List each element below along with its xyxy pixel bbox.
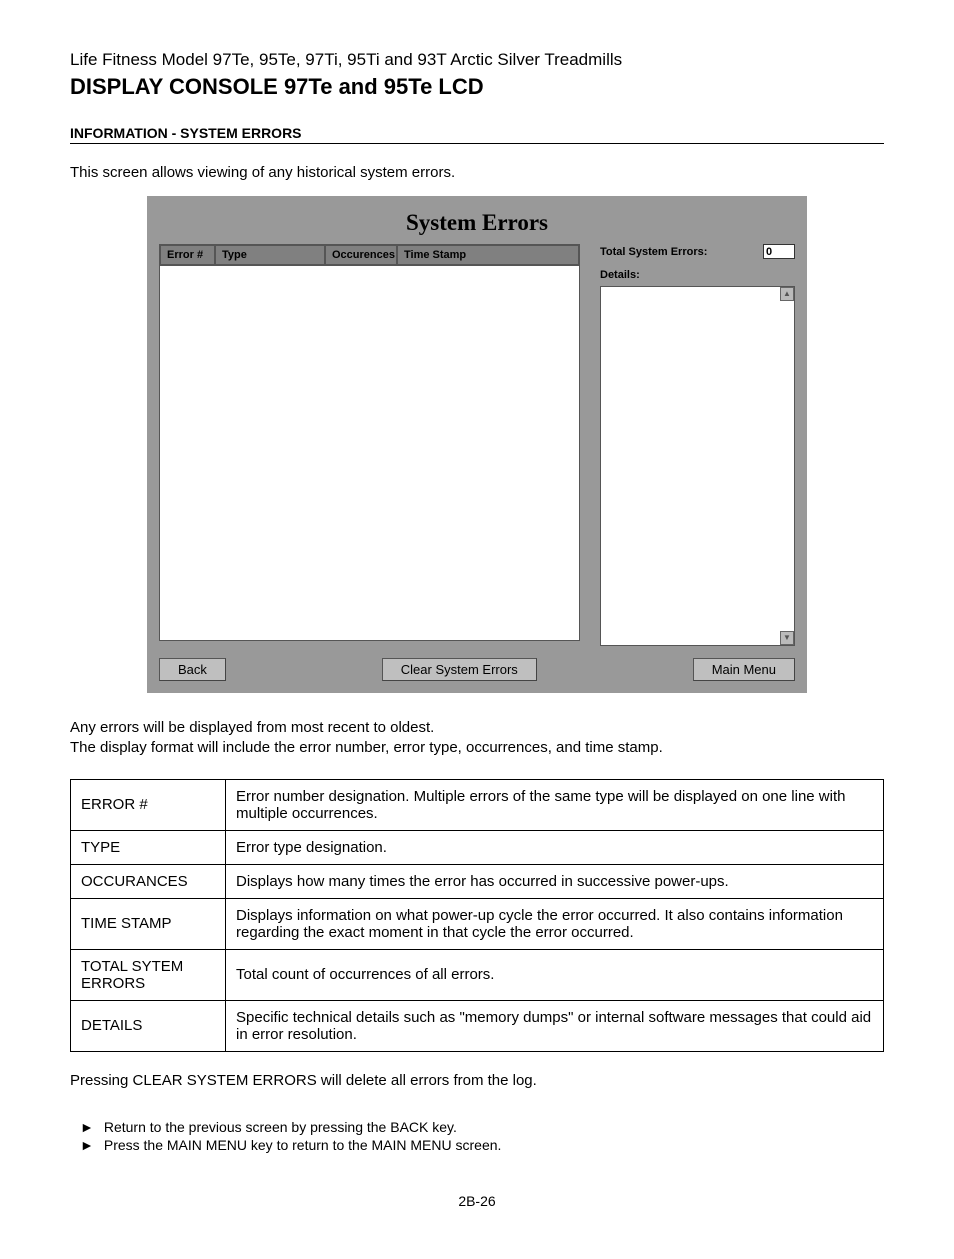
definitions-table: ERROR #Error number designation. Multipl… (70, 779, 884, 1052)
post-line-1: Any errors will be displayed from most r… (70, 718, 884, 738)
definition-term: TYPE (71, 830, 226, 864)
post-line-2: The display format will include the erro… (70, 738, 884, 758)
col-occurences: Occurences (325, 245, 397, 265)
section-header: INFORMATION - SYSTEM ERRORS (70, 125, 884, 144)
nav-bullets: ►Return to the previous screen by pressi… (80, 1119, 884, 1153)
document-subtitle: Life Fitness Model 97Te, 95Te, 97Ti, 95T… (70, 50, 884, 70)
definition-desc: Specific technical details such as "memo… (226, 1000, 884, 1051)
table-row: OCCURANCESDisplays how many times the er… (71, 864, 884, 898)
definition-term: DETAILS (71, 1000, 226, 1051)
col-error-number: Error # (160, 245, 215, 265)
error-table-header: Error # Type Occurences Time Stamp (159, 244, 580, 266)
arrow-icon: ► (80, 1137, 94, 1153)
error-list-body (159, 266, 580, 641)
clear-note: Pressing CLEAR SYSTEM ERRORS will delete… (70, 1072, 884, 1089)
col-time-stamp: Time Stamp (397, 245, 579, 265)
system-errors-screenshot: System Errors Error # Type Occurences Ti… (147, 196, 807, 693)
table-row: TIME STAMPDisplays information on what p… (71, 898, 884, 949)
definition-term: ERROR # (71, 779, 226, 830)
back-button[interactable]: Back (159, 658, 226, 681)
total-errors-label: Total System Errors: (600, 246, 707, 258)
definition-term: OCCURANCES (71, 864, 226, 898)
scroll-up-icon[interactable]: ▲ (780, 287, 794, 301)
definition-desc: Displays information on what power-up cy… (226, 898, 884, 949)
arrow-icon: ► (80, 1119, 94, 1135)
total-errors-value: 0 (763, 244, 795, 259)
col-type: Type (215, 245, 325, 265)
list-item: ►Return to the previous screen by pressi… (80, 1119, 884, 1135)
definition-term: TIME STAMP (71, 898, 226, 949)
clear-errors-button[interactable]: Clear System Errors (382, 658, 537, 681)
definition-term: TOTAL SYTEM ERRORS (71, 949, 226, 1000)
page-number: 2B-26 (70, 1193, 884, 1209)
details-box: ▲ ▼ (600, 286, 795, 646)
intro-text: This screen allows viewing of any histor… (70, 164, 884, 181)
definition-desc: Total count of occurrences of all errors… (226, 949, 884, 1000)
details-label: Details: (600, 269, 795, 281)
definition-desc: Error number designation. Multiple error… (226, 779, 884, 830)
table-row: DETAILSSpecific technical details such a… (71, 1000, 884, 1051)
table-row: ERROR #Error number designation. Multipl… (71, 779, 884, 830)
list-item: ►Press the MAIN MENU key to return to th… (80, 1137, 884, 1153)
definition-desc: Error type designation. (226, 830, 884, 864)
scroll-down-icon[interactable]: ▼ (780, 631, 794, 645)
main-menu-button[interactable]: Main Menu (693, 658, 795, 681)
definition-desc: Displays how many times the error has oc… (226, 864, 884, 898)
table-row: TOTAL SYTEM ERRORSTotal count of occurre… (71, 949, 884, 1000)
table-row: TYPEError type designation. (71, 830, 884, 864)
document-title: DISPLAY CONSOLE 97Te and 95Te LCD (70, 74, 884, 100)
screen-title: System Errors (159, 210, 795, 236)
